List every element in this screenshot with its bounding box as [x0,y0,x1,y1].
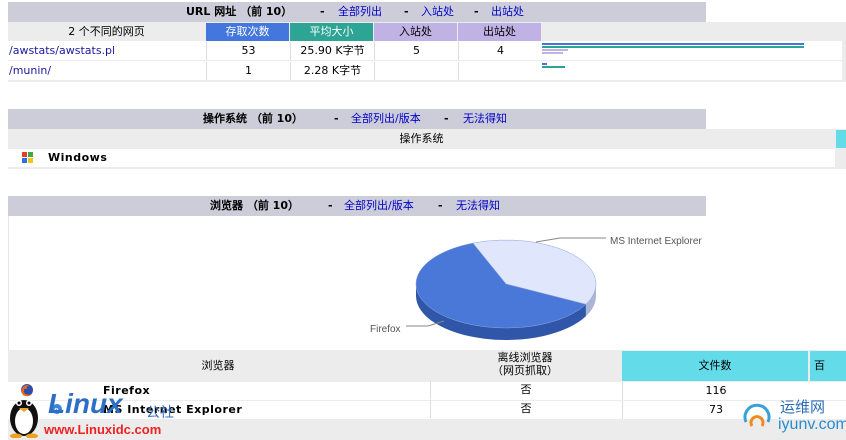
browser-col-percent: 百 [810,351,846,381]
link-browser-unknown[interactable]: 无法得知 [456,196,500,216]
url-size-value: 25.90 K字节 [290,42,374,60]
link-exit[interactable]: 出站处 [491,2,524,22]
link-os-unknown[interactable]: 无法得知 [463,109,507,129]
iyunv-url: iyunv.com [778,416,846,433]
url-entry-value [374,62,458,80]
url-link[interactable]: /munin/ [9,62,205,80]
browser-section-header: 浏览器 （前 10） - 全部列出/版本 - 无法得知 [8,196,706,216]
url-hits-value: 53 [206,42,290,60]
link-os-list-all[interactable]: 全部列出/版本 [351,109,421,129]
url-link[interactable]: /awstats/awstats.pl [9,42,205,60]
table-row [8,149,835,167]
browser-offline-value: 否 [430,381,621,399]
url-section-title: URL 网址 （前 10） [186,5,293,18]
url-bar-hits [542,63,547,65]
url-entry-value: 5 [374,42,458,60]
browser-col-name: 浏览器 [201,359,235,372]
url-size-value: 2.28 K字节 [290,62,374,80]
url-col-exit: 出站处 [458,23,541,41]
iyunv-logo-icon [743,403,771,427]
link-browser-list-all[interactable]: 全部列出/版本 [344,196,414,216]
os-section-title: 操作系统 （前 10） [203,112,303,125]
os-name: Windows [48,151,108,164]
url-col-entry: 入站处 [374,23,457,41]
url-exit-value [458,62,542,80]
url-bar-hits [542,43,804,45]
url-bar-graphs [542,42,842,82]
url-col-size: 平均大小 [290,23,373,41]
url-col-pages: 2 个不同的网页 [8,23,205,41]
linux-brand-suffix: 公社 [146,405,174,421]
url-bar-entry [542,49,568,51]
browser-col-files: 文件数 [622,351,808,381]
browser-offline-value: 否 [430,400,621,418]
linux-brand-text: Linux [48,388,123,419]
iyunv-brand-text: 运维网 [780,398,826,416]
url-section-header: URL 网址 （前 10） - 全部列出 - 入站处 - 出站处 [8,2,706,22]
browser-section-title: 浏览器 （前 10） [210,199,299,212]
penguin-icon [10,400,38,438]
pie-label-firefox: Firefox [370,324,401,335]
url-bar-size [542,66,565,68]
iyunv-watermark: 运维网 iyunv.com [738,392,846,440]
browser-pie-chart: MS Internet Explorer Firefox [370,236,702,340]
url-bar-size [542,46,804,48]
pie-label-ie: MS Internet Explorer [610,236,702,247]
browser-col-offline: 离线浏览器 （网页抓取） [492,351,558,377]
url-col-hits: 存取次数 [206,23,289,41]
link-list-all[interactable]: 全部列出 [338,2,382,22]
url-hits-value: 1 [206,62,290,80]
url-exit-value: 4 [458,42,542,60]
linuxidc-url: www.Linuxidc.com [44,422,162,437]
os-col-name: 操作系统 [399,132,444,145]
url-bar-exit [542,52,563,54]
linuxidc-watermark: Linux 公社 www.Linuxidc.com [0,384,190,440]
windows-icon [21,151,35,165]
link-entry[interactable]: 入站处 [421,2,454,22]
os-section-header: 操作系统 （前 10） - 全部列出/版本 - 无法得知 [8,109,706,129]
